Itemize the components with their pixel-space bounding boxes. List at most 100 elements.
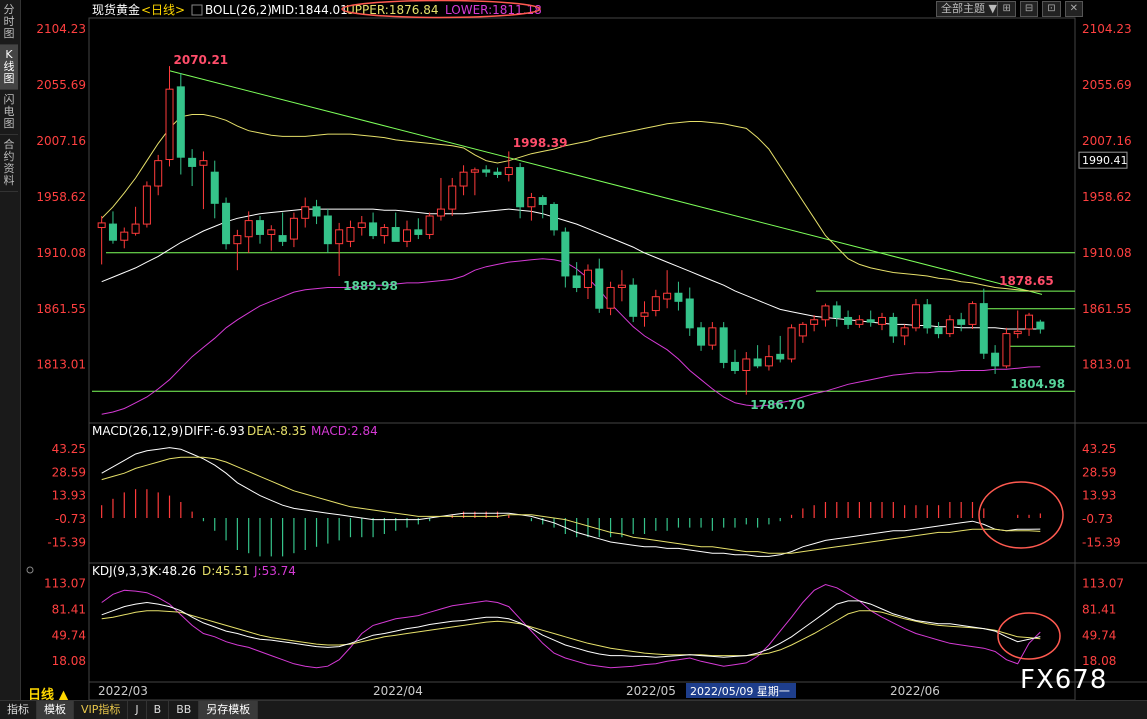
candle-body [651, 296, 660, 312]
candle-body [470, 169, 479, 173]
kdj-tick-left: 113.07 [44, 577, 86, 591]
candle-body [323, 215, 332, 245]
chevron-down-icon: ▼ [988, 2, 997, 15]
price-tick-right: 1861.55 [1082, 302, 1132, 316]
candle-body [991, 352, 1000, 367]
candle-body [708, 327, 717, 346]
price-annotation: 2070.21 [174, 53, 229, 67]
candle-body [844, 316, 853, 325]
candle-body [821, 305, 830, 321]
candle-body [380, 227, 389, 237]
candle-body [448, 185, 457, 210]
chart-canvas[interactable]: 现货黄金 <日线> BOLL(26,2) MID:1844.01UPPER:1876.… [0, 0, 1147, 700]
bottom-button-5[interactable]: BB [169, 701, 200, 719]
price-annotation: 1998.39 [513, 136, 568, 150]
boll-mid-line [101, 208, 1041, 330]
candle-body [697, 327, 706, 346]
candle-body [889, 316, 898, 337]
date-tick: 2022/05 [626, 684, 676, 698]
candle-body [278, 235, 287, 242]
price-tick-right: 2104.23 [1082, 22, 1132, 36]
price-annotation: 1804.98 [1010, 377, 1065, 391]
candle-body [663, 292, 672, 300]
bottom-button-1[interactable]: 模板 [37, 701, 74, 719]
candle-body [934, 327, 943, 335]
window-button-3[interactable]: ✕ [1064, 1, 1083, 17]
candle-body [97, 222, 106, 229]
candle-body [459, 171, 468, 187]
window-button-1[interactable]: ⊟ [1019, 1, 1039, 17]
macd-tick-right: -0.73 [1082, 512, 1113, 526]
candle-body [595, 268, 604, 309]
candle-body [538, 197, 547, 205]
boll-name: BOLL(26,2) [205, 3, 272, 17]
boll-upper-value: UPPER:1876.84 [346, 3, 438, 17]
candle-body [414, 229, 423, 235]
candle-body [685, 298, 694, 329]
kdj-j: J:53.74 [253, 564, 296, 578]
candle-body [165, 88, 174, 161]
theme-label: 全部主题 [941, 2, 985, 15]
candle-body [572, 275, 581, 288]
kdj-d-line [101, 610, 1041, 657]
candle-body [561, 231, 570, 277]
candle-body [640, 312, 649, 317]
settings-icon [191, 4, 203, 16]
candle-body [753, 358, 762, 367]
bottom-button-0[interactable]: 指标 [0, 701, 37, 719]
bottom-button-3[interactable]: J [128, 701, 147, 719]
candle-body [504, 167, 513, 175]
price-tick-right: 2055.69 [1082, 78, 1132, 92]
macd-diff-line [101, 447, 1041, 557]
macd-highlight-circle [978, 481, 1064, 549]
candle-body [730, 361, 739, 371]
price-tick-left: 2104.23 [36, 22, 86, 36]
candle-body [674, 292, 683, 302]
bottom-button-6[interactable]: 另存模板 [199, 701, 259, 719]
candle-body [832, 305, 841, 318]
period-tag: <日线> [141, 3, 185, 17]
candle-body [301, 206, 310, 219]
boll-upper-line [101, 114, 1041, 292]
candle-body [911, 304, 920, 329]
price-tick-left: 1910.08 [36, 246, 86, 260]
candle-body [425, 215, 434, 235]
candle-body [210, 171, 219, 204]
kdj-tick-left: 81.41 [52, 603, 86, 617]
candle-body [945, 319, 954, 335]
candle-body [369, 222, 378, 237]
macd-tick-left: 13.93 [52, 489, 86, 503]
price-tick-left: 1813.01 [36, 358, 86, 372]
macd-tick-left: -0.73 [55, 512, 86, 526]
window-button-2[interactable]: ⊡ [1042, 1, 1061, 17]
candle-body [900, 327, 909, 337]
candle-body [719, 327, 728, 363]
bottom-button-2[interactable]: VIP指标 [74, 701, 129, 719]
candle-body [968, 303, 977, 325]
candle-body [120, 231, 129, 241]
candle-body [142, 185, 151, 225]
candle-body [764, 356, 773, 367]
candle-body [810, 319, 819, 325]
candle-body [878, 316, 887, 325]
price-tick-right: 1910.08 [1082, 246, 1132, 260]
window-button-0[interactable]: ⊞ [997, 1, 1016, 17]
candle-body [1036, 321, 1045, 330]
bottom-button-4[interactable]: B [147, 701, 170, 719]
price-tick-left: 2055.69 [36, 78, 86, 92]
candle-body [855, 319, 864, 325]
candle-body [244, 220, 253, 238]
candle-body [516, 167, 525, 208]
fx678-logo: FX678 [1020, 665, 1108, 695]
candle-body [176, 86, 185, 158]
candle-body [335, 229, 344, 245]
kdj-settings-icon [26, 566, 34, 574]
macd-diff: DIFF:-6.93 [184, 424, 245, 438]
candle-body [267, 229, 276, 235]
price-tick-left: 1861.55 [36, 302, 86, 316]
kdj-j-line [101, 583, 1041, 669]
macd-name: MACD(26,12,9) [92, 424, 183, 438]
candle-body [346, 227, 355, 242]
candle-body [1002, 333, 1011, 367]
date-tick: 2022/03 [98, 684, 148, 698]
